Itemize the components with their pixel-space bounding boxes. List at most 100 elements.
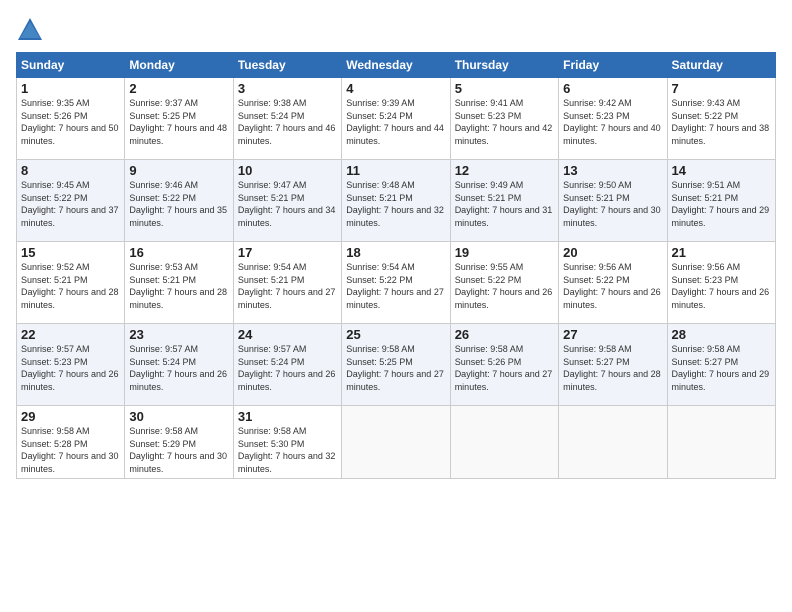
calendar-cell: 12Sunrise: 9:49 AMSunset: 5:21 PMDayligh… bbox=[450, 160, 558, 242]
day-info: Sunrise: 9:57 AMSunset: 5:24 PMDaylight:… bbox=[238, 343, 337, 393]
day-number: 8 bbox=[21, 163, 120, 178]
day-number: 26 bbox=[455, 327, 554, 342]
calendar-cell: 5Sunrise: 9:41 AMSunset: 5:23 PMDaylight… bbox=[450, 78, 558, 160]
header-tuesday: Tuesday bbox=[233, 53, 341, 78]
day-number: 12 bbox=[455, 163, 554, 178]
day-number: 10 bbox=[238, 163, 337, 178]
day-info: Sunrise: 9:54 AMSunset: 5:22 PMDaylight:… bbox=[346, 261, 445, 311]
calendar-cell: 23Sunrise: 9:57 AMSunset: 5:24 PMDayligh… bbox=[125, 324, 233, 406]
day-number: 29 bbox=[21, 409, 120, 424]
day-number: 6 bbox=[563, 81, 662, 96]
header-friday: Friday bbox=[559, 53, 667, 78]
day-info: Sunrise: 9:58 AMSunset: 5:29 PMDaylight:… bbox=[129, 425, 228, 475]
calendar-cell: 7Sunrise: 9:43 AMSunset: 5:22 PMDaylight… bbox=[667, 78, 775, 160]
day-info: Sunrise: 9:55 AMSunset: 5:22 PMDaylight:… bbox=[455, 261, 554, 311]
day-info: Sunrise: 9:38 AMSunset: 5:24 PMDaylight:… bbox=[238, 97, 337, 147]
calendar-cell: 24Sunrise: 9:57 AMSunset: 5:24 PMDayligh… bbox=[233, 324, 341, 406]
calendar-cell bbox=[342, 406, 450, 479]
week-row-2: 8Sunrise: 9:45 AMSunset: 5:22 PMDaylight… bbox=[17, 160, 776, 242]
header-wednesday: Wednesday bbox=[342, 53, 450, 78]
day-info: Sunrise: 9:37 AMSunset: 5:25 PMDaylight:… bbox=[129, 97, 228, 147]
day-info: Sunrise: 9:45 AMSunset: 5:22 PMDaylight:… bbox=[21, 179, 120, 229]
day-number: 1 bbox=[21, 81, 120, 96]
day-info: Sunrise: 9:57 AMSunset: 5:23 PMDaylight:… bbox=[21, 343, 120, 393]
calendar-cell: 11Sunrise: 9:48 AMSunset: 5:21 PMDayligh… bbox=[342, 160, 450, 242]
calendar-cell: 16Sunrise: 9:53 AMSunset: 5:21 PMDayligh… bbox=[125, 242, 233, 324]
calendar-cell: 25Sunrise: 9:58 AMSunset: 5:25 PMDayligh… bbox=[342, 324, 450, 406]
day-info: Sunrise: 9:58 AMSunset: 5:27 PMDaylight:… bbox=[563, 343, 662, 393]
calendar-cell: 9Sunrise: 9:46 AMSunset: 5:22 PMDaylight… bbox=[125, 160, 233, 242]
day-number: 17 bbox=[238, 245, 337, 260]
day-info: Sunrise: 9:50 AMSunset: 5:21 PMDaylight:… bbox=[563, 179, 662, 229]
day-info: Sunrise: 9:58 AMSunset: 5:30 PMDaylight:… bbox=[238, 425, 337, 475]
calendar-cell: 19Sunrise: 9:55 AMSunset: 5:22 PMDayligh… bbox=[450, 242, 558, 324]
calendar-cell: 2Sunrise: 9:37 AMSunset: 5:25 PMDaylight… bbox=[125, 78, 233, 160]
day-number: 19 bbox=[455, 245, 554, 260]
week-row-4: 22Sunrise: 9:57 AMSunset: 5:23 PMDayligh… bbox=[17, 324, 776, 406]
day-info: Sunrise: 9:42 AMSunset: 5:23 PMDaylight:… bbox=[563, 97, 662, 147]
day-number: 14 bbox=[672, 163, 771, 178]
calendar-cell: 26Sunrise: 9:58 AMSunset: 5:26 PMDayligh… bbox=[450, 324, 558, 406]
day-number: 18 bbox=[346, 245, 445, 260]
header bbox=[16, 16, 776, 44]
calendar-cell: 20Sunrise: 9:56 AMSunset: 5:22 PMDayligh… bbox=[559, 242, 667, 324]
calendar-cell: 27Sunrise: 9:58 AMSunset: 5:27 PMDayligh… bbox=[559, 324, 667, 406]
day-number: 24 bbox=[238, 327, 337, 342]
day-info: Sunrise: 9:48 AMSunset: 5:21 PMDaylight:… bbox=[346, 179, 445, 229]
day-info: Sunrise: 9:58 AMSunset: 5:28 PMDaylight:… bbox=[21, 425, 120, 475]
day-info: Sunrise: 9:49 AMSunset: 5:21 PMDaylight:… bbox=[455, 179, 554, 229]
day-info: Sunrise: 9:58 AMSunset: 5:27 PMDaylight:… bbox=[672, 343, 771, 393]
calendar-cell: 31Sunrise: 9:58 AMSunset: 5:30 PMDayligh… bbox=[233, 406, 341, 479]
day-number: 27 bbox=[563, 327, 662, 342]
day-info: Sunrise: 9:56 AMSunset: 5:22 PMDaylight:… bbox=[563, 261, 662, 311]
day-info: Sunrise: 9:53 AMSunset: 5:21 PMDaylight:… bbox=[129, 261, 228, 311]
day-number: 11 bbox=[346, 163, 445, 178]
day-info: Sunrise: 9:54 AMSunset: 5:21 PMDaylight:… bbox=[238, 261, 337, 311]
calendar-cell: 6Sunrise: 9:42 AMSunset: 5:23 PMDaylight… bbox=[559, 78, 667, 160]
logo-icon bbox=[16, 16, 44, 44]
day-info: Sunrise: 9:46 AMSunset: 5:22 PMDaylight:… bbox=[129, 179, 228, 229]
calendar-cell: 28Sunrise: 9:58 AMSunset: 5:27 PMDayligh… bbox=[667, 324, 775, 406]
calendar-cell: 22Sunrise: 9:57 AMSunset: 5:23 PMDayligh… bbox=[17, 324, 125, 406]
day-info: Sunrise: 9:39 AMSunset: 5:24 PMDaylight:… bbox=[346, 97, 445, 147]
calendar-cell bbox=[450, 406, 558, 479]
day-number: 2 bbox=[129, 81, 228, 96]
day-number: 3 bbox=[238, 81, 337, 96]
day-info: Sunrise: 9:56 AMSunset: 5:23 PMDaylight:… bbox=[672, 261, 771, 311]
day-number: 21 bbox=[672, 245, 771, 260]
calendar-cell: 17Sunrise: 9:54 AMSunset: 5:21 PMDayligh… bbox=[233, 242, 341, 324]
calendar-cell: 14Sunrise: 9:51 AMSunset: 5:21 PMDayligh… bbox=[667, 160, 775, 242]
day-number: 30 bbox=[129, 409, 228, 424]
header-saturday: Saturday bbox=[667, 53, 775, 78]
calendar-cell: 13Sunrise: 9:50 AMSunset: 5:21 PMDayligh… bbox=[559, 160, 667, 242]
calendar-cell: 4Sunrise: 9:39 AMSunset: 5:24 PMDaylight… bbox=[342, 78, 450, 160]
day-number: 31 bbox=[238, 409, 337, 424]
day-info: Sunrise: 9:58 AMSunset: 5:26 PMDaylight:… bbox=[455, 343, 554, 393]
calendar-cell: 3Sunrise: 9:38 AMSunset: 5:24 PMDaylight… bbox=[233, 78, 341, 160]
day-info: Sunrise: 9:58 AMSunset: 5:25 PMDaylight:… bbox=[346, 343, 445, 393]
day-info: Sunrise: 9:52 AMSunset: 5:21 PMDaylight:… bbox=[21, 261, 120, 311]
calendar: SundayMondayTuesdayWednesdayThursdayFrid… bbox=[16, 52, 776, 479]
week-row-5: 29Sunrise: 9:58 AMSunset: 5:28 PMDayligh… bbox=[17, 406, 776, 479]
day-number: 22 bbox=[21, 327, 120, 342]
day-number: 9 bbox=[129, 163, 228, 178]
day-number: 20 bbox=[563, 245, 662, 260]
day-number: 16 bbox=[129, 245, 228, 260]
calendar-cell: 21Sunrise: 9:56 AMSunset: 5:23 PMDayligh… bbox=[667, 242, 775, 324]
calendar-cell: 10Sunrise: 9:47 AMSunset: 5:21 PMDayligh… bbox=[233, 160, 341, 242]
calendar-cell: 18Sunrise: 9:54 AMSunset: 5:22 PMDayligh… bbox=[342, 242, 450, 324]
day-number: 23 bbox=[129, 327, 228, 342]
day-info: Sunrise: 9:41 AMSunset: 5:23 PMDaylight:… bbox=[455, 97, 554, 147]
day-number: 7 bbox=[672, 81, 771, 96]
calendar-cell: 8Sunrise: 9:45 AMSunset: 5:22 PMDaylight… bbox=[17, 160, 125, 242]
day-number: 28 bbox=[672, 327, 771, 342]
calendar-cell: 1Sunrise: 9:35 AMSunset: 5:26 PMDaylight… bbox=[17, 78, 125, 160]
day-number: 13 bbox=[563, 163, 662, 178]
header-sunday: Sunday bbox=[17, 53, 125, 78]
day-info: Sunrise: 9:47 AMSunset: 5:21 PMDaylight:… bbox=[238, 179, 337, 229]
day-number: 4 bbox=[346, 81, 445, 96]
day-info: Sunrise: 9:43 AMSunset: 5:22 PMDaylight:… bbox=[672, 97, 771, 147]
day-number: 5 bbox=[455, 81, 554, 96]
calendar-cell bbox=[559, 406, 667, 479]
week-row-3: 15Sunrise: 9:52 AMSunset: 5:21 PMDayligh… bbox=[17, 242, 776, 324]
